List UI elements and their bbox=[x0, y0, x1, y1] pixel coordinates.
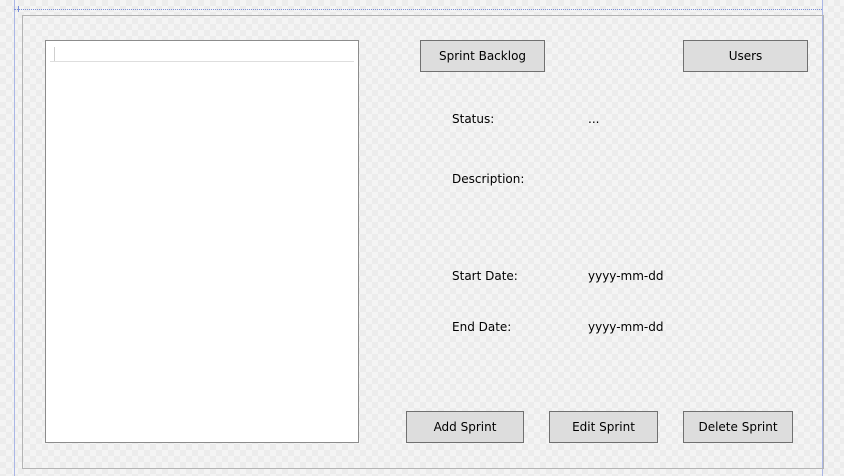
start-date-label: Start Date: bbox=[452, 269, 518, 283]
sprint-backlog-button[interactable]: Sprint Backlog bbox=[420, 40, 545, 72]
description-label: Description: bbox=[452, 172, 525, 186]
delete-sprint-button[interactable]: Delete Sprint bbox=[683, 411, 793, 443]
designer-guide-tick bbox=[18, 6, 25, 12]
status-value: ... bbox=[588, 112, 600, 126]
add-sprint-button[interactable]: Add Sprint bbox=[406, 411, 524, 443]
end-date-label: End Date: bbox=[452, 320, 512, 334]
status-label: Status: bbox=[452, 112, 495, 126]
end-date-value: yyyy-mm-dd bbox=[588, 320, 664, 334]
sprint-list[interactable] bbox=[45, 40, 359, 443]
sprint-list-header bbox=[50, 45, 354, 62]
designer-guide-left bbox=[14, 0, 15, 476]
edit-sprint-button[interactable]: Edit Sprint bbox=[549, 411, 658, 443]
sprint-list-column-divider[interactable] bbox=[54, 47, 55, 61]
users-button[interactable]: Users bbox=[683, 40, 808, 72]
designer-guide-top bbox=[14, 9, 822, 10]
start-date-value: yyyy-mm-dd bbox=[588, 269, 664, 283]
